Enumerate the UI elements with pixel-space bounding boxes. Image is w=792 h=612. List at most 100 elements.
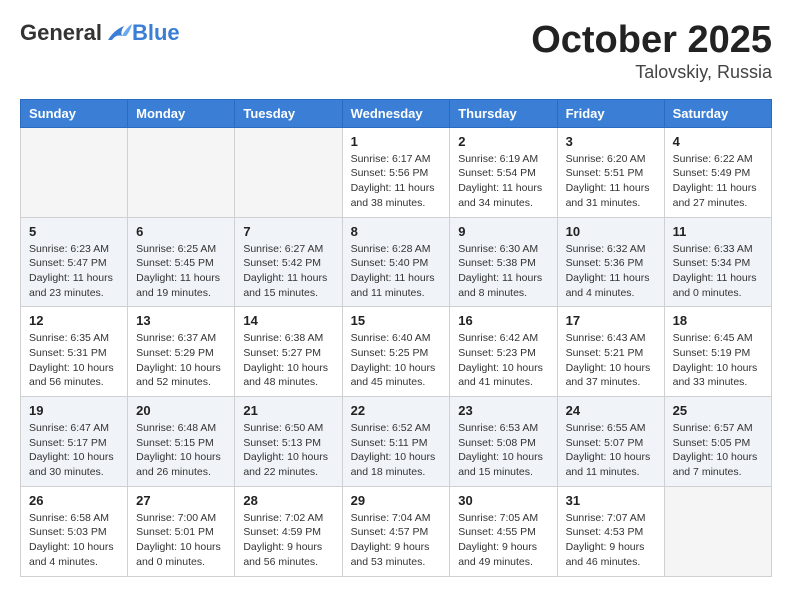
weekday-header: Saturday xyxy=(664,99,771,127)
day-number: 13 xyxy=(136,313,226,328)
day-info: Sunrise: 7:02 AM Sunset: 4:59 PM Dayligh… xyxy=(243,511,333,570)
calendar-day-cell: 20 Sunrise: 6:48 AM Sunset: 5:15 PM Dayli… xyxy=(128,397,235,487)
day-number: 25 xyxy=(673,403,763,418)
calendar-day-cell: 10Sunrise: 6:32 AM Sunset: 5:36 PM Dayli… xyxy=(557,217,664,307)
day-number: 12 xyxy=(29,313,119,328)
day-number: 21 xyxy=(243,403,333,418)
day-info: Sunrise: 6:30 AM Sunset: 5:38 PM Dayligh… xyxy=(458,242,548,301)
day-number: 27 xyxy=(136,493,226,508)
calendar-day-cell: 5Sunrise: 6:23 AM Sunset: 5:47 PM Daylig… xyxy=(21,217,128,307)
day-info: Sunrise: 6:55 AM Sunset: 5:07 PM Dayligh… xyxy=(566,421,656,480)
weekday-header: Thursday xyxy=(450,99,557,127)
calendar-day-cell: 12 Sunrise: 6:35 AM Sunset: 5:31 PM Dayli… xyxy=(21,307,128,397)
day-info: Sunrise: 6:58 AM Sunset: 5:03 PM Dayligh… xyxy=(29,511,119,570)
weekday-header: Sunday xyxy=(21,99,128,127)
calendar-day-cell: 9 Sunrise: 6:30 AM Sunset: 5:38 PM Daylig… xyxy=(450,217,557,307)
calendar-day-cell: 14Sunrise: 6:38 AM Sunset: 5:27 PM Dayli… xyxy=(235,307,342,397)
calendar-day-cell xyxy=(235,127,342,217)
calendar-day-cell: 3Sunrise: 6:20 AM Sunset: 5:51 PM Daylig… xyxy=(557,127,664,217)
day-info: Sunrise: 6:32 AM Sunset: 5:36 PM Dayligh… xyxy=(566,242,656,301)
day-info: Sunrise: 6:53 AM Sunset: 5:08 PM Dayligh… xyxy=(458,421,548,480)
day-number: 15 xyxy=(351,313,442,328)
day-info: Sunrise: 6:47 AM Sunset: 5:17 PM Dayligh… xyxy=(29,421,119,480)
day-info: Sunrise: 6:37 AM Sunset: 5:29 PM Dayligh… xyxy=(136,331,226,390)
calendar-day-cell: 21 Sunrise: 6:50 AM Sunset: 5:13 PM Dayli… xyxy=(235,397,342,487)
calendar-day-cell: 30 Sunrise: 7:05 AM Sunset: 4:55 PM Dayli… xyxy=(450,486,557,576)
day-number: 30 xyxy=(458,493,548,508)
day-number: 2 xyxy=(458,134,548,149)
calendar-day-cell xyxy=(21,127,128,217)
calendar-day-cell xyxy=(128,127,235,217)
day-number: 16 xyxy=(458,313,548,328)
day-info: Sunrise: 7:04 AM Sunset: 4:57 PM Dayligh… xyxy=(351,511,442,570)
day-info: Sunrise: 6:40 AM Sunset: 5:25 PM Dayligh… xyxy=(351,331,442,390)
calendar-day-cell: 11 Sunrise: 6:33 AM Sunset: 5:34 PM Dayli… xyxy=(664,217,771,307)
weekday-header: Friday xyxy=(557,99,664,127)
logo: General Blue xyxy=(20,20,180,46)
day-info: Sunrise: 6:23 AM Sunset: 5:47 PM Dayligh… xyxy=(29,242,119,301)
day-info: Sunrise: 6:45 AM Sunset: 5:19 PM Dayligh… xyxy=(673,331,763,390)
calendar-week-row: 26 Sunrise: 6:58 AM Sunset: 5:03 PM Dayli… xyxy=(21,486,772,576)
day-number: 18 xyxy=(673,313,763,328)
day-info: Sunrise: 6:52 AM Sunset: 5:11 PM Dayligh… xyxy=(351,421,442,480)
calendar-day-cell: 24 Sunrise: 6:55 AM Sunset: 5:07 PM Dayli… xyxy=(557,397,664,487)
day-info: Sunrise: 6:50 AM Sunset: 5:13 PM Dayligh… xyxy=(243,421,333,480)
day-number: 8 xyxy=(351,224,442,239)
weekday-header-row: SundayMondayTuesdayWednesdayThursdayFrid… xyxy=(21,99,772,127)
weekday-header: Monday xyxy=(128,99,235,127)
day-number: 11 xyxy=(673,224,763,239)
calendar-week-row: 5Sunrise: 6:23 AM Sunset: 5:47 PM Daylig… xyxy=(21,217,772,307)
calendar-day-cell: 17Sunrise: 6:43 AM Sunset: 5:21 PM Dayli… xyxy=(557,307,664,397)
weekday-header: Tuesday xyxy=(235,99,342,127)
day-number: 7 xyxy=(243,224,333,239)
day-number: 6 xyxy=(136,224,226,239)
calendar-week-row: 1Sunrise: 6:17 AM Sunset: 5:56 PM Daylig… xyxy=(21,127,772,217)
calendar-day-cell: 25 Sunrise: 6:57 AM Sunset: 5:05 PM Dayli… xyxy=(664,397,771,487)
calendar-day-cell: 18 Sunrise: 6:45 AM Sunset: 5:19 PM Dayli… xyxy=(664,307,771,397)
calendar-day-cell: 13 Sunrise: 6:37 AM Sunset: 5:29 PM Dayli… xyxy=(128,307,235,397)
calendar-day-cell: 31Sunrise: 7:07 AM Sunset: 4:53 PM Dayli… xyxy=(557,486,664,576)
day-info: Sunrise: 6:48 AM Sunset: 5:15 PM Dayligh… xyxy=(136,421,226,480)
calendar-day-cell: 29Sunrise: 7:04 AM Sunset: 4:57 PM Dayli… xyxy=(342,486,450,576)
day-info: Sunrise: 6:22 AM Sunset: 5:49 PM Dayligh… xyxy=(673,152,763,211)
logo-bird-icon xyxy=(104,22,132,44)
day-number: 14 xyxy=(243,313,333,328)
month-heading: October 2025 xyxy=(531,20,772,62)
logo-blue-text: Blue xyxy=(132,20,180,46)
calendar-day-cell: 6Sunrise: 6:25 AM Sunset: 5:45 PM Daylig… xyxy=(128,217,235,307)
day-info: Sunrise: 6:28 AM Sunset: 5:40 PM Dayligh… xyxy=(351,242,442,301)
calendar-day-cell: 27Sunrise: 7:00 AM Sunset: 5:01 PM Dayli… xyxy=(128,486,235,576)
calendar-day-cell: 19 Sunrise: 6:47 AM Sunset: 5:17 PM Dayli… xyxy=(21,397,128,487)
calendar-day-cell xyxy=(664,486,771,576)
day-info: Sunrise: 6:19 AM Sunset: 5:54 PM Dayligh… xyxy=(458,152,548,211)
day-number: 28 xyxy=(243,493,333,508)
calendar-day-cell: 8 Sunrise: 6:28 AM Sunset: 5:40 PM Daylig… xyxy=(342,217,450,307)
calendar-table: SundayMondayTuesdayWednesdayThursdayFrid… xyxy=(20,99,772,577)
day-number: 3 xyxy=(566,134,656,149)
day-number: 22 xyxy=(351,403,442,418)
day-info: Sunrise: 6:33 AM Sunset: 5:34 PM Dayligh… xyxy=(673,242,763,301)
day-info: Sunrise: 6:17 AM Sunset: 5:56 PM Dayligh… xyxy=(351,152,442,211)
day-number: 24 xyxy=(566,403,656,418)
day-info: Sunrise: 6:57 AM Sunset: 5:05 PM Dayligh… xyxy=(673,421,763,480)
calendar-day-cell: 4 Sunrise: 6:22 AM Sunset: 5:49 PM Daylig… xyxy=(664,127,771,217)
day-number: 20 xyxy=(136,403,226,418)
page-header: General Blue October 2025 Talovskiy, Rus… xyxy=(20,20,772,83)
weekday-header: Wednesday xyxy=(342,99,450,127)
day-number: 26 xyxy=(29,493,119,508)
calendar-day-cell: 2 Sunrise: 6:19 AM Sunset: 5:54 PM Daylig… xyxy=(450,127,557,217)
day-info: Sunrise: 6:43 AM Sunset: 5:21 PM Dayligh… xyxy=(566,331,656,390)
day-info: Sunrise: 6:35 AM Sunset: 5:31 PM Dayligh… xyxy=(29,331,119,390)
calendar-day-cell: 26 Sunrise: 6:58 AM Sunset: 5:03 PM Dayli… xyxy=(21,486,128,576)
location-heading: Talovskiy, Russia xyxy=(531,62,772,83)
calendar-day-cell: 22 Sunrise: 6:52 AM Sunset: 5:11 PM Dayli… xyxy=(342,397,450,487)
calendar-day-cell: 16Sunrise: 6:42 AM Sunset: 5:23 PM Dayli… xyxy=(450,307,557,397)
calendar-day-cell: 7Sunrise: 6:27 AM Sunset: 5:42 PM Daylig… xyxy=(235,217,342,307)
day-number: 9 xyxy=(458,224,548,239)
day-info: Sunrise: 7:05 AM Sunset: 4:55 PM Dayligh… xyxy=(458,511,548,570)
calendar-day-cell: 15 Sunrise: 6:40 AM Sunset: 5:25 PM Dayli… xyxy=(342,307,450,397)
day-number: 19 xyxy=(29,403,119,418)
month-title: October 2025 Talovskiy, Russia xyxy=(531,20,772,83)
day-number: 23 xyxy=(458,403,548,418)
day-number: 4 xyxy=(673,134,763,149)
